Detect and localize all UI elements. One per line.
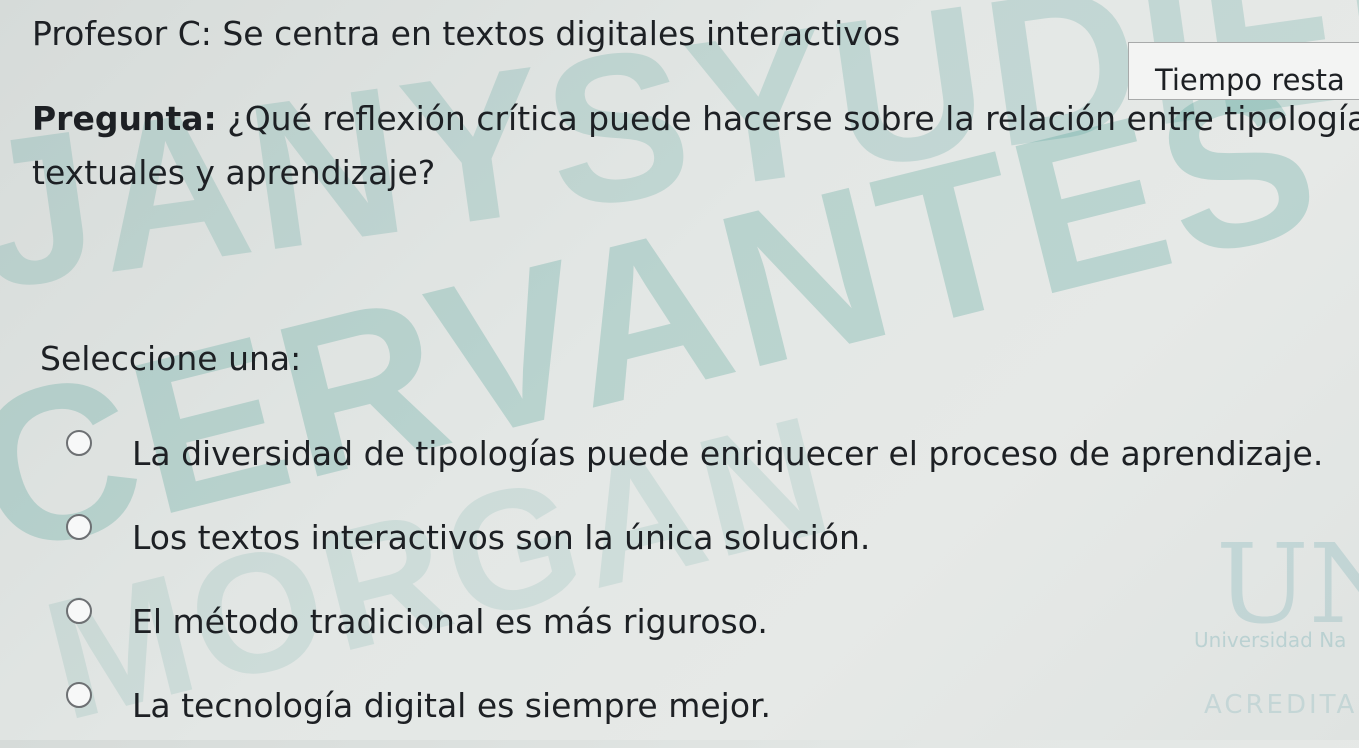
radio-button[interactable] [66, 514, 92, 540]
answer-option-1[interactable]: La diversidad de tipologías puede enriqu… [66, 412, 1323, 496]
question-text-line-2: textuales y aprendizaje? [32, 153, 436, 192]
answer-options-list: La diversidad de tipologías puede enriqu… [66, 412, 1323, 748]
answer-option-3[interactable]: El método tradicional es más riguroso. [66, 580, 1323, 664]
question-text: Pregunta: ¿Qué reflexión crítica puede h… [32, 92, 1359, 200]
question-line-1: Pregunta: ¿Qué reflexión crítica puede h… [32, 92, 1359, 146]
answer-option-4[interactable]: La tecnología digital es siempre mejor. [66, 664, 1323, 748]
answer-option-label[interactable]: La tecnología digital es siempre mejor. [132, 684, 771, 728]
question-label: Pregunta: [32, 99, 217, 138]
select-one-prompt: Seleccione una: [40, 339, 302, 378]
teacher-description: Profesor C: Se centra en textos digitale… [32, 14, 901, 53]
question-text-line-1: ¿Qué reflexión crítica puede hacerse sob… [216, 99, 1359, 138]
radio-button[interactable] [66, 430, 92, 456]
answer-option-label[interactable]: El método tradicional es más riguroso. [132, 600, 768, 644]
radio-button[interactable] [66, 682, 92, 708]
answer-option-2[interactable]: Los textos interactivos son la única sol… [66, 496, 1323, 580]
answer-option-label[interactable]: La diversidad de tipologías puede enriqu… [132, 432, 1323, 476]
radio-button[interactable] [66, 598, 92, 624]
answer-option-label[interactable]: Los textos interactivos son la única sol… [132, 516, 870, 560]
